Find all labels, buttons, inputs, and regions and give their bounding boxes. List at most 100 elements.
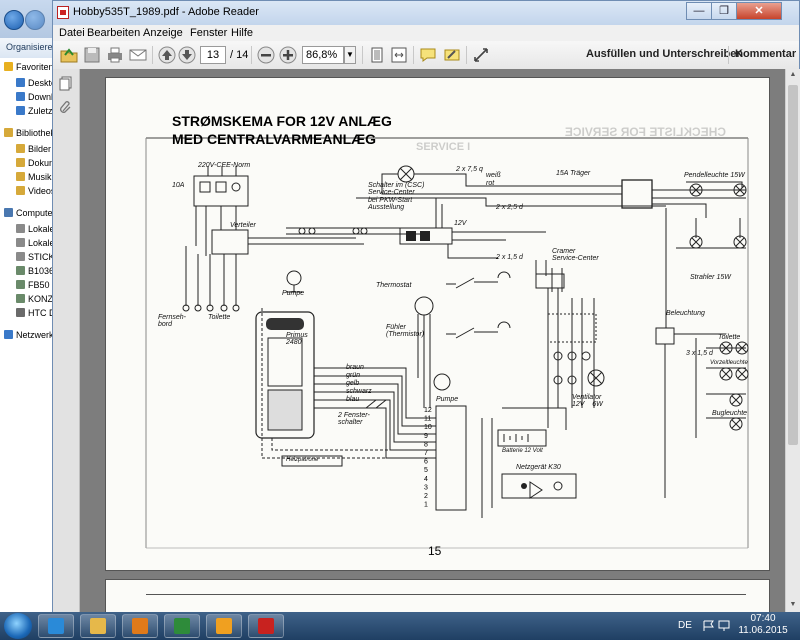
minimize-button[interactable]: — (686, 2, 712, 20)
taskbar-app-button[interactable] (38, 614, 74, 638)
menu-bearbeiten[interactable]: Bearbeiten (87, 27, 140, 39)
diagram-label-bugleuchte: Bugleuchte (712, 410, 748, 417)
document-viewport[interactable]: CHECKLISTE FOR SERVICE SERVICE I STRØMSK… (80, 69, 785, 612)
downloads-icon (16, 92, 25, 101)
highlight-icon[interactable] (442, 45, 462, 65)
nav-item[interactable]: Bilder (16, 144, 51, 157)
nav-item-label: Zuletzt (28, 106, 56, 116)
attachments-icon[interactable] (58, 99, 74, 115)
toolbar-separator (362, 46, 363, 64)
lamp-cross (731, 395, 741, 405)
nav-item[interactable]: Musik (16, 172, 52, 185)
fill-sign-button[interactable]: Ausfüllen und Unterschreiben (586, 48, 743, 60)
nav-item[interactable]: Netzwerk (4, 330, 54, 343)
flag-icon[interactable] (702, 620, 716, 632)
taskbar-app-button[interactable] (80, 614, 116, 638)
drive-icon (16, 224, 25, 233)
nav-item[interactable]: Zuletzt (16, 106, 55, 119)
computer-icon (4, 208, 13, 217)
title-bar[interactable]: Hobby535T_1989.pdf - Adobe Reader — ❐ ✕ (53, 1, 799, 25)
diagram-title-line1: STRØMSKEMA FOR 12V ANLÆG (172, 113, 392, 129)
explorer-command-bar: Organisieren (0, 38, 60, 59)
open-folder-icon[interactable] (59, 45, 79, 65)
terminal-number: 6 (424, 459, 428, 466)
taskbar-app-button[interactable] (122, 614, 158, 638)
nav-item-label: KONZ (28, 294, 54, 304)
fit-page-icon[interactable] (367, 45, 387, 65)
nav-item[interactable]: Videos (16, 186, 55, 199)
terminal-number: 10 (424, 424, 432, 431)
menu-hilfe[interactable]: Hilfe (231, 27, 253, 39)
page-number-input[interactable]: 13 (200, 46, 226, 64)
start-button[interactable] (4, 613, 32, 639)
zoom-in-icon[interactable] (278, 45, 298, 65)
diagram-label-rot: rot (486, 180, 495, 187)
print-icon[interactable] (105, 45, 125, 65)
lamp-cross (737, 369, 747, 379)
diagram-label-strahler: Strahler 15W (690, 274, 731, 281)
recent-icon (16, 106, 25, 115)
diagram-label-fuse10a: 10A (172, 182, 185, 189)
diagram-label-beleuchtung: Beleuchtung (666, 310, 705, 317)
vertical-scrollbar[interactable]: ▲ ▼ (785, 69, 800, 612)
previous-page-icon[interactable] (157, 45, 177, 65)
diagram-label-pendel: Pendelleuchte 15W (684, 172, 745, 179)
taskbar-app-button[interactable] (248, 614, 284, 638)
nav-item[interactable]: Favoriten (4, 62, 54, 75)
nav-item-label: Computer (16, 208, 56, 218)
scroll-down-icon[interactable]: ▼ (787, 599, 799, 611)
terminal-number: 7 (424, 450, 428, 457)
page-thumbnails-icon[interactable] (58, 75, 74, 91)
diagram-label-gelb: gelb (346, 380, 360, 387)
scroll-up-icon[interactable]: ▲ (787, 69, 799, 81)
taskbar-app-button[interactable] (164, 614, 200, 638)
save-icon[interactable] (82, 45, 102, 65)
menu-anzeige[interactable]: Anzeige (143, 27, 183, 39)
maximize-button[interactable]: ❐ (711, 2, 737, 20)
nav-item[interactable]: KONZ (16, 294, 53, 307)
nav-item[interactable]: STICK (16, 252, 55, 265)
window-title: Hobby535T_1989.pdf - Adobe Reader (73, 6, 259, 18)
adobe-reader-icon (258, 618, 274, 634)
zoom-out-icon[interactable] (256, 45, 276, 65)
usb-drive-icon (16, 252, 25, 261)
system-clock[interactable]: 07:40 11.06.2015 (728, 613, 798, 637)
network-icon (4, 330, 13, 339)
scroll-thumb[interactable] (788, 85, 798, 445)
diagram-label-ventilator: Ventilator 12V 6W (572, 394, 603, 409)
email-icon[interactable] (128, 45, 148, 65)
diagram-label-vorzelt: Vorzeltleuchte (710, 360, 748, 366)
back-icon[interactable] (4, 10, 24, 30)
toolbar-separator (413, 46, 414, 64)
nav-item[interactable]: HTC D (16, 308, 56, 321)
close-button[interactable]: ✕ (736, 2, 782, 20)
toolbar-separator (152, 46, 153, 64)
nav-item[interactable]: FB50 (16, 280, 50, 293)
zoom-dropdown-icon[interactable]: ▼ (344, 46, 356, 64)
comment-panel-button[interactable]: Kommentar (735, 48, 796, 60)
adobe-reader-window: Hobby535T_1989.pdf - Adobe Reader — ❐ ✕ … (52, 0, 800, 612)
bg-hint-2: SERVICE I (416, 141, 470, 153)
zoom-level-input[interactable]: 86,8% (302, 46, 344, 64)
comment-icon[interactable] (418, 45, 438, 65)
next-page-icon[interactable] (177, 45, 197, 65)
terminal-number: 2 (424, 493, 428, 500)
diagram-label-w3x15: 3 x 1,5 d (686, 350, 713, 357)
media-player-icon (132, 618, 148, 634)
language-indicator[interactable]: DE (678, 620, 692, 631)
nav-item[interactable]: B1036 (16, 266, 54, 279)
diagram-label-gruen: grün (346, 372, 361, 379)
nav-item[interactable]: Computer (4, 208, 56, 221)
terminal-number: 9 (424, 433, 428, 440)
diagram-label-w2x75: 2 x 7,5 q (456, 166, 483, 173)
taskbar-app-button[interactable] (206, 614, 242, 638)
organize-button[interactable]: Organisieren (6, 42, 58, 52)
forward-icon[interactable] (25, 10, 45, 30)
fit-width-icon[interactable] (389, 45, 409, 65)
fullscreen-icon[interactable] (471, 45, 491, 65)
menu-datei[interactable]: Datei (59, 27, 85, 39)
diagram-label-primus: Primus 2480 (286, 332, 308, 347)
menu-fenster[interactable]: Fenster (190, 27, 227, 39)
diagram-label-w2x15: 2 x 1,5 d (496, 254, 523, 261)
desktop-icon (16, 78, 25, 87)
